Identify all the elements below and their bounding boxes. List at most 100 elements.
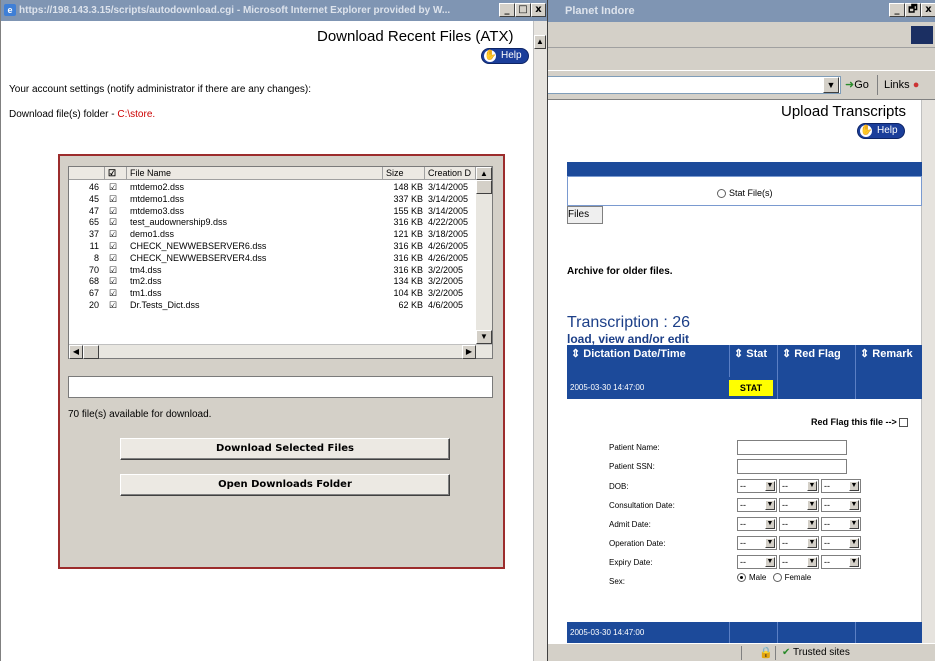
scroll-left-icon[interactable]: ◀ xyxy=(69,345,83,359)
download-selected-files-button[interactable]: Download Selected Files xyxy=(120,438,450,460)
expiry-date-select-day[interactable]: -- ▼ xyxy=(779,555,819,569)
file-list-horizontal-scrollbar[interactable]: ◀ ▶ xyxy=(69,344,492,359)
table-row[interactable]: 2005-03-30 14:47:00 STAT xyxy=(567,377,922,399)
list-item[interactable]: 45 ☑ mtdemo1.dss 337 KB 3/14/2005 xyxy=(69,193,484,205)
popup-maximize-button[interactable]: □ xyxy=(515,3,531,17)
header-dictation-date[interactable]: ⇕ Dictation Date/Time xyxy=(567,345,729,377)
bg-minimize-button[interactable]: _ xyxy=(889,3,905,17)
file-checkbox[interactable]: ☑ xyxy=(107,287,119,299)
file-checkbox[interactable]: ☑ xyxy=(107,193,119,205)
consultation-date-select-day[interactable]: -- ▼ xyxy=(779,498,819,512)
operation-date-select-year[interactable]: -- ▼ xyxy=(821,536,861,550)
file-checkbox[interactable]: ☑ xyxy=(107,205,119,217)
column-header-creation-date[interactable]: Creation D xyxy=(425,167,476,180)
file-date: 3/14/2005 xyxy=(428,193,469,204)
address-input[interactable] xyxy=(545,76,841,94)
expiry-date-select-year[interactable]: -- ▼ xyxy=(821,555,861,569)
files-tab[interactable]: Files xyxy=(567,206,603,224)
dob-select-month[interactable]: -- ▼ xyxy=(737,479,777,493)
header-stat[interactable]: ⇕ Stat xyxy=(729,345,777,377)
lock-icon: 🔒 xyxy=(759,647,773,659)
list-item[interactable]: 65 ☑ test_audownership9.dss 316 KB 4/22/2005 xyxy=(69,216,484,228)
status-text-field[interactable] xyxy=(68,376,493,398)
bg-blue-header xyxy=(567,162,922,176)
address-dropdown-icon[interactable]: ▼ xyxy=(823,77,839,93)
links-button[interactable]: Links ● xyxy=(877,75,919,95)
list-item[interactable]: 47 ☑ mtdemo3.dss 155 KB 3/14/2005 xyxy=(69,205,484,217)
bg-close-button[interactable]: x xyxy=(921,3,935,17)
female-radio[interactable] xyxy=(772,573,782,583)
list-item[interactable]: 46 ☑ mtdemo2.dss 148 KB 3/14/2005 xyxy=(69,181,484,193)
file-checkbox[interactable]: ☑ xyxy=(107,275,119,287)
operation-date-select-day[interactable]: -- ▼ xyxy=(779,536,819,550)
file-size: 337 KB xyxy=(393,193,423,204)
red-flag-option[interactable]: Red Flag this file --> xyxy=(811,417,909,428)
file-date: 3/14/2005 xyxy=(428,205,469,216)
male-radio[interactable] xyxy=(737,573,746,583)
list-item[interactable]: 37 ☑ demo1.dss 121 KB 3/18/2005 xyxy=(69,228,484,240)
column-header-file-name[interactable]: File Name xyxy=(127,167,383,180)
help-hand-icon: ✋ xyxy=(484,50,497,62)
file-name: CHECK_NEWWEBSERVER6.dss xyxy=(130,241,267,251)
scroll-thumb[interactable] xyxy=(476,180,492,194)
list-item[interactable]: 68 ☑ tm2.dss 134 KB 3/2/2005 xyxy=(69,275,484,287)
patient-ssn-input[interactable] xyxy=(737,459,847,474)
file-id: 68 xyxy=(88,276,99,287)
column-header-select-all[interactable]: ☑ xyxy=(105,167,127,180)
file-checkbox[interactable]: ☑ xyxy=(107,299,119,311)
consultation-date-select-month[interactable]: -- ▼ xyxy=(737,498,777,512)
list-item[interactable]: 70 ☑ tm4.dss 316 KB 3/2/2005 xyxy=(69,264,484,276)
admit-date-select-month[interactable]: -- ▼ xyxy=(737,517,777,531)
list-item[interactable]: 8 ☑ CHECK_NEWWEBSERVER4.dss 316 KB 4/26/2005 xyxy=(69,252,484,264)
trusted-sites-zone: ✔ Trusted sites xyxy=(775,646,850,660)
file-name: mtdemo2.dss xyxy=(130,182,185,192)
background-vertical-scrollbar[interactable] xyxy=(921,100,935,643)
bg-help-button[interactable]: ✋ Help xyxy=(857,123,905,139)
file-checkbox[interactable]: ☑ xyxy=(107,240,119,252)
file-checkbox[interactable]: ☑ xyxy=(107,252,119,264)
help-button[interactable]: ✋ Help xyxy=(481,48,529,64)
help-hand-icon: ✋ xyxy=(860,125,873,137)
column-header-size[interactable]: Size xyxy=(383,167,425,180)
file-checkbox[interactable]: ☑ xyxy=(107,181,119,193)
admit-date-select-day[interactable]: -- ▼ xyxy=(779,517,819,531)
go-button[interactable]: ➜Go xyxy=(845,78,869,91)
transcription-subtitle: load, view and/or edit xyxy=(567,332,690,346)
header-red-flag[interactable]: ⇕ Red Flag xyxy=(777,345,855,377)
stat-file-option[interactable]: Stat File(s) xyxy=(717,188,773,199)
expiry-date-select-month[interactable]: -- ▼ xyxy=(737,555,777,569)
table-row[interactable]: 2005-03-30 14:47:00 xyxy=(567,622,922,644)
chevron-down-icon: ▼ xyxy=(849,481,859,491)
consultation-date-select-year[interactable]: -- ▼ xyxy=(821,498,861,512)
patient-name-input[interactable] xyxy=(737,440,847,455)
dob-select-day[interactable]: -- ▼ xyxy=(779,479,819,493)
scroll-up-icon[interactable]: ▲ xyxy=(534,35,546,49)
popup-close-button[interactable]: x xyxy=(531,3,546,17)
transcription-title: Transcription : 26 xyxy=(567,314,691,331)
popup-minimize-button[interactable]: _ xyxy=(499,3,515,17)
file-checkbox[interactable]: ☑ xyxy=(107,216,119,228)
list-item[interactable]: 11 ☑ CHECK_NEWWEBSERVER6.dss 316 KB 4/26/200… xyxy=(69,240,484,252)
admit-date-select-year[interactable]: -- ▼ xyxy=(821,517,861,531)
file-checkbox[interactable]: ☑ xyxy=(107,228,119,240)
stat-file-radio[interactable] xyxy=(717,189,726,199)
file-checkbox[interactable]: ☑ xyxy=(107,264,119,276)
header-remark[interactable]: ⇕ Remark xyxy=(855,345,922,377)
column-header-id[interactable] xyxy=(69,167,105,180)
operation-date-select-month[interactable]: -- ▼ xyxy=(737,536,777,550)
popup-vertical-scrollbar[interactable]: ▲ xyxy=(533,21,547,661)
list-item[interactable]: 67 ☑ tm1.dss 104 KB 3/2/2005 xyxy=(69,287,484,299)
scroll-down-icon[interactable]: ▼ xyxy=(476,330,492,344)
patient-name-label: Patient Name: xyxy=(609,443,660,452)
file-date: 3/2/2005 xyxy=(428,288,464,299)
download-folder-path[interactable]: C:\store. xyxy=(117,109,155,120)
open-downloads-folder-button[interactable]: Open Downloads Folder xyxy=(120,474,450,496)
scroll-right-icon[interactable]: ▶ xyxy=(462,345,476,359)
hscroll-thumb[interactable] xyxy=(83,345,99,359)
red-flag-checkbox[interactable] xyxy=(899,418,909,428)
list-item[interactable]: 20 ☑ Dr.Tests_Dict.dss 62 KB 4/6/2005 xyxy=(69,299,484,311)
dob-select-year[interactable]: -- ▼ xyxy=(821,479,861,493)
file-list-vertical-scrollbar[interactable]: ▼ xyxy=(476,180,492,344)
bg-restore-button[interactable]: 🗗 xyxy=(905,3,921,17)
file-list[interactable]: ☑ File Name Size Creation D ▲ 46 ☑ mtdemo2… xyxy=(68,166,493,359)
